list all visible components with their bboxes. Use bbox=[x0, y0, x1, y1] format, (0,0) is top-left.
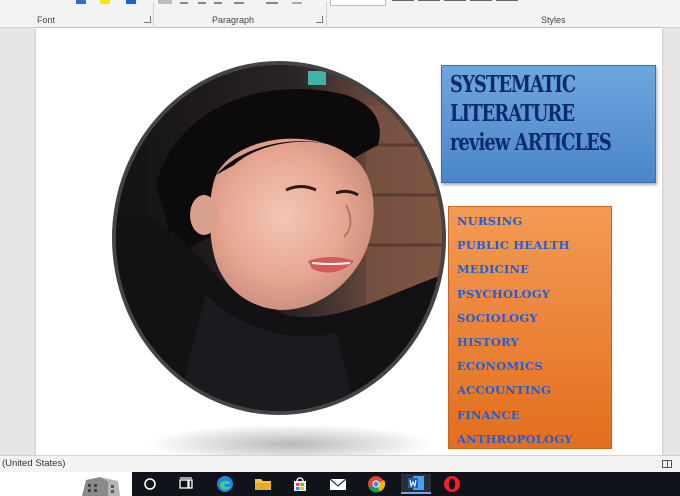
pilcrow-icon[interactable] bbox=[292, 2, 302, 4]
styles-group-label: Styles bbox=[541, 15, 566, 25]
subject-item: NURSING bbox=[457, 214, 523, 228]
mail-icon[interactable] bbox=[327, 474, 349, 494]
document-area[interactable]: SYSTEMATIC LITERATURE review ARTICLES NU… bbox=[0, 28, 680, 455]
task-view-icon[interactable] bbox=[175, 474, 197, 494]
cortana-icon[interactable] bbox=[139, 474, 161, 494]
font-group-label: Font bbox=[37, 15, 56, 25]
document-page[interactable]: SYSTEMATIC LITERATURE review ARTICLES NU… bbox=[36, 28, 662, 455]
line-spacing-icon[interactable] bbox=[234, 2, 244, 4]
subject-item: FINANCE bbox=[457, 407, 520, 422]
ribbon: Font Paragraph Styles bbox=[0, 0, 680, 28]
taskbar bbox=[0, 472, 680, 496]
photo-reflection-shadow bbox=[146, 424, 436, 455]
chrome-icon[interactable] bbox=[365, 474, 387, 494]
paragraph-dialog-launcher-icon[interactable] bbox=[316, 16, 323, 23]
paragraph-group-label: Paragraph bbox=[212, 15, 255, 25]
shading-icon[interactable] bbox=[158, 0, 172, 4]
styles-gallery-preview bbox=[392, 0, 542, 2]
title-box: SYSTEMATIC LITERATURE review ARTICLES bbox=[441, 65, 656, 183]
ribbon-separator bbox=[326, 2, 327, 26]
subjects-list-box: NURSING PUBLIC HEALTH MEDICINE PSYCHOLOG… bbox=[448, 206, 612, 449]
read-mode-icon[interactable] bbox=[662, 460, 672, 468]
subject-item: SOCIOLOGY bbox=[457, 310, 538, 325]
title-line: SYSTEMATIC bbox=[450, 71, 576, 98]
subject-item: ECONOMICS bbox=[457, 359, 543, 374]
store-icon[interactable] bbox=[289, 474, 311, 494]
taskbar-search-area[interactable] bbox=[0, 472, 132, 496]
styles-gallery-item[interactable] bbox=[330, 0, 386, 6]
font-color-icon[interactable] bbox=[76, 0, 86, 4]
align-right-icon[interactable] bbox=[214, 2, 222, 4]
title-line: review ARTICLES bbox=[450, 129, 612, 156]
file-explorer-icon[interactable] bbox=[252, 474, 274, 494]
language-indicator[interactable]: (United States) bbox=[2, 458, 65, 469]
subject-item: HISTORY bbox=[457, 334, 519, 349]
status-bar: (United States) bbox=[0, 455, 680, 472]
align-left-icon[interactable] bbox=[180, 2, 188, 4]
highlight-icon[interactable] bbox=[100, 0, 110, 4]
title-line: LITERATURE bbox=[450, 100, 575, 127]
ribbon-separator bbox=[153, 2, 154, 26]
profile-photo bbox=[112, 61, 446, 415]
subject-item: PSYCHOLOGY bbox=[457, 286, 551, 301]
align-center-icon[interactable] bbox=[198, 2, 206, 4]
subject-item: MEDICINE bbox=[457, 262, 530, 277]
opera-icon[interactable] bbox=[441, 474, 463, 494]
portrait-illustration bbox=[116, 65, 442, 411]
subject-item: ACCOUNTING bbox=[457, 383, 552, 398]
subject-item: PUBLIC HEALTH bbox=[457, 238, 570, 253]
word-icon[interactable] bbox=[401, 474, 431, 494]
text-color-icon[interactable] bbox=[126, 0, 136, 4]
font-dialog-launcher-icon[interactable] bbox=[144, 16, 151, 23]
borders-icon[interactable] bbox=[266, 2, 278, 4]
edge-icon[interactable] bbox=[214, 474, 236, 494]
subject-item: ANTHROPOLOGY bbox=[457, 431, 573, 446]
weather-building-icon bbox=[82, 477, 120, 496]
